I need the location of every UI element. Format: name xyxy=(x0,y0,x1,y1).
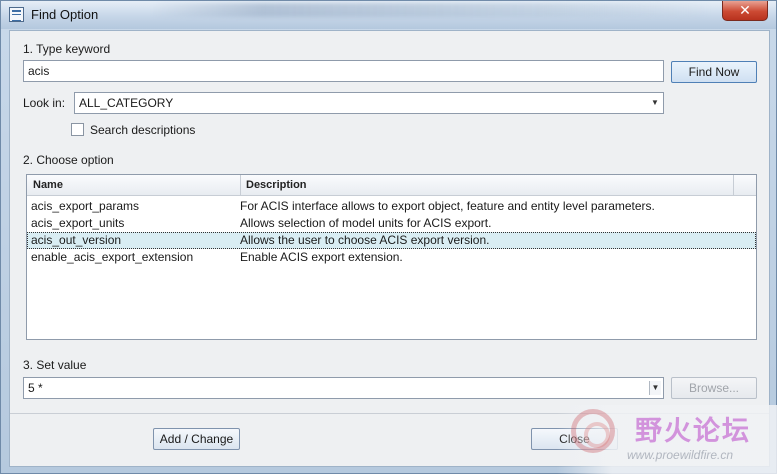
watermark-text: 野火论坛 xyxy=(635,416,751,447)
window-title: Find Option xyxy=(31,7,99,22)
column-header-description[interactable]: Description xyxy=(240,175,754,195)
row-description: Allows selection of model units for ACIS… xyxy=(240,216,492,230)
table-row-selected[interactable]: acis_out_version Allows the user to choo… xyxy=(27,232,756,249)
row-name: acis_out_version xyxy=(31,233,122,247)
title-bar-background xyxy=(151,3,711,17)
chevron-down-icon[interactable]: ▼ xyxy=(649,381,661,395)
set-value-value: 5 * xyxy=(28,381,43,395)
add-change-button[interactable]: Add / Change xyxy=(153,428,240,450)
keyword-input[interactable]: acis xyxy=(23,60,664,82)
browse-button: Browse... xyxy=(671,377,757,399)
table-row[interactable]: acis_export_params For ACIS interface al… xyxy=(27,198,756,215)
title-bar[interactable]: Find Option ✕ xyxy=(1,1,776,29)
row-name: enable_acis_export_extension xyxy=(31,250,194,264)
step1-label: 1. Type keyword xyxy=(23,42,111,56)
chevron-down-icon[interactable]: ▼ xyxy=(649,96,661,110)
options-table: Name Description acis_export_params For … xyxy=(26,174,757,340)
dialog-body: 1. Type keyword acis Find Now Look in: A… xyxy=(9,30,770,467)
search-descriptions-label: Search descriptions xyxy=(90,123,196,137)
find-option-dialog: Find Option ✕ 1. Type keyword acis Find … xyxy=(0,0,777,474)
look-in-value: ALL_CATEGORY xyxy=(79,96,174,110)
row-description: For ACIS interface allows to export obje… xyxy=(240,199,655,213)
table-row[interactable]: acis_export_units Allows selection of mo… xyxy=(27,215,756,232)
step2-label: 2. Choose option xyxy=(23,153,114,167)
row-name: acis_export_units xyxy=(31,216,125,230)
set-value-select[interactable]: 5 * ▼ xyxy=(23,377,664,399)
table-header: Name Description xyxy=(27,175,756,196)
watermark-url: www.proewildfire.cn xyxy=(627,448,734,462)
column-divider xyxy=(733,175,734,195)
find-now-button[interactable]: Find Now xyxy=(671,61,757,83)
window-app-icon xyxy=(9,7,24,22)
row-name: acis_export_params xyxy=(31,199,140,213)
table-row[interactable]: enable_acis_export_extension Enable ACIS… xyxy=(27,249,756,266)
look-in-select[interactable]: ALL_CATEGORY ▼ xyxy=(74,92,664,114)
row-description: Allows the user to choose ACIS export ve… xyxy=(240,233,490,247)
watermark-logo-icon xyxy=(571,409,615,453)
row-description: Enable ACIS export extension. xyxy=(240,250,403,264)
look-in-label: Look in: xyxy=(23,96,66,110)
column-header-name[interactable]: Name xyxy=(27,175,240,195)
window-close-button[interactable]: ✕ xyxy=(722,1,768,21)
search-descriptions-checkbox[interactable] xyxy=(71,123,84,136)
step3-label: 3. Set value xyxy=(23,358,87,372)
site-watermark: 野火论坛 www.proewildfire.cn xyxy=(557,405,777,474)
